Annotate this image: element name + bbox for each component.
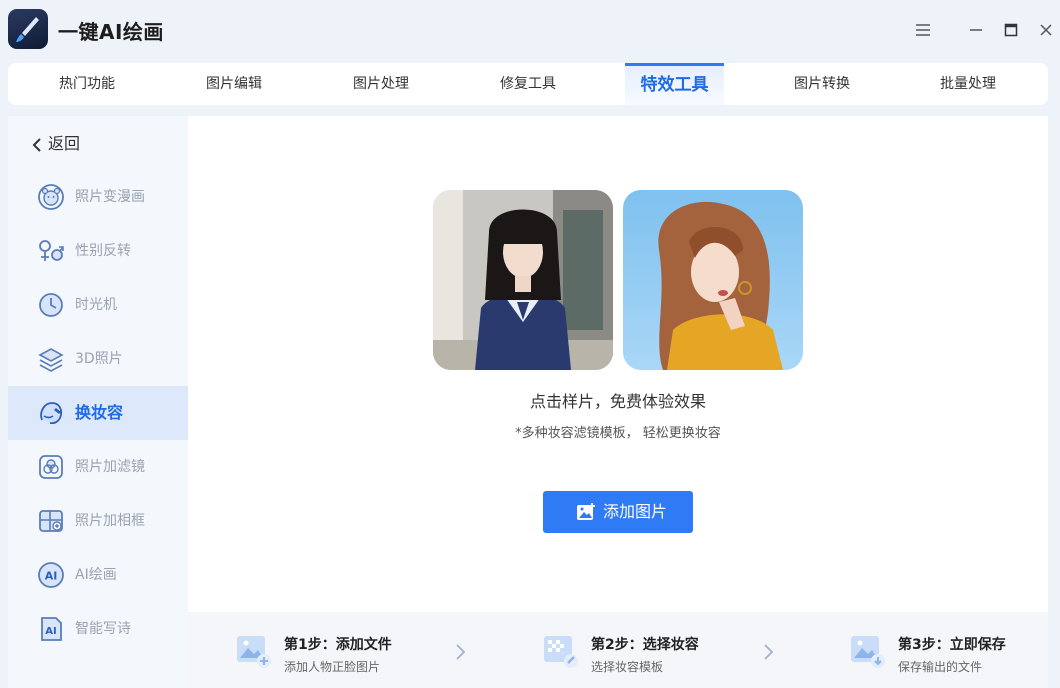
step-title: 第1步：添加文件 <box>284 637 392 653</box>
tab-bar: 热门功能 图片编辑 图片处理 修复工具 特效工具 图片转换 批量处理 <box>8 63 1048 105</box>
step-title: 第2步：选择妆容 <box>591 637 699 653</box>
save-step-icon <box>851 636 885 668</box>
sidebar-item-label: 时光机 <box>75 297 117 313</box>
sidebar-item-label: 换妆容 <box>75 403 124 422</box>
app-logo-icon <box>8 9 48 49</box>
sidebar-item-label: 3D照片 <box>75 351 123 367</box>
filter-icon <box>39 455 63 479</box>
menu-icon[interactable] <box>911 18 935 42</box>
tab-repair-tools[interactable]: 修复工具 <box>455 63 601 105</box>
add-image-label: 添加图片 <box>603 502 668 521</box>
sidebar-item-label: 智能写诗 <box>75 621 131 637</box>
gender-icon <box>39 240 64 261</box>
tab-batch-process[interactable]: 批量处理 <box>895 63 1041 105</box>
makeup-face-icon <box>40 402 63 425</box>
sidebar-item-change-makeup[interactable]: 换妆容 <box>8 386 188 440</box>
ai-circle-icon: AI <box>38 562 64 588</box>
back-button[interactable]: 返回 <box>30 132 80 156</box>
hint-subtitle: *多种妆容滤镜模板， 轻松更换妆容 <box>515 426 721 441</box>
svg-text:AI: AI <box>45 626 56 637</box>
tab-image-process[interactable]: 图片处理 <box>308 63 454 105</box>
svg-text:AI: AI <box>45 570 58 583</box>
add-file-step-icon <box>237 636 271 668</box>
sidebar-item-photo-filter[interactable]: 照片加滤镜 <box>8 440 188 494</box>
sidebar-item-photo-frame[interactable]: 照片加相框 <box>8 494 188 548</box>
sample-image-2[interactable] <box>623 190 803 370</box>
tab-image-edit[interactable]: 图片编辑 <box>161 63 307 105</box>
steps-bar: 第1步：添加文件 添加人物正脸图片 第2步：选择妆容 选择妆容模板 第3步：立即… <box>188 612 1048 688</box>
sidebar-item-label: 照片加滤镜 <box>75 459 145 475</box>
frame-icon <box>39 510 63 532</box>
sidebar-item-gender-swap[interactable]: 性别反转 <box>8 224 188 278</box>
tab-image-convert[interactable]: 图片转换 <box>749 63 895 105</box>
add-image-icon <box>577 503 595 520</box>
bear-face-icon <box>38 184 64 210</box>
step-title: 第3步：立即保存 <box>898 637 1006 653</box>
sidebar-item-label: AI绘画 <box>75 567 117 583</box>
chevron-right-icon <box>764 644 774 660</box>
maximize-icon[interactable] <box>999 18 1023 42</box>
sidebar-item-ai-painting[interactable]: AI AI绘画 <box>8 548 188 602</box>
sidebar-item-smart-poetry[interactable]: AI 智能写诗 <box>8 602 188 656</box>
tab-effects-tools[interactable]: 特效工具 <box>625 63 724 105</box>
back-label: 返回 <box>48 134 81 153</box>
chevron-right-icon <box>456 644 466 660</box>
sample-image-1[interactable] <box>433 190 613 370</box>
main-panel: 点击样片，免费体验效果 *多种妆容滤镜模板， 轻松更换妆容 添加图片 <box>188 116 1048 612</box>
sidebar-item-label: 性别反转 <box>75 243 131 259</box>
select-makeup-step-icon <box>544 636 578 668</box>
sidebar-item-3d-photo[interactable]: 3D照片 <box>8 332 188 386</box>
step-desc: 选择妆容模板 <box>591 660 664 674</box>
sidebar-item-time-machine[interactable]: 时光机 <box>8 278 188 332</box>
layers-icon <box>38 348 64 372</box>
hint-title: 点击样片，免费体验效果 <box>529 392 706 411</box>
sidebar-item-photo-to-comic[interactable]: 照片变漫画 <box>8 170 188 224</box>
app-title: 一键AI绘画 <box>58 20 164 44</box>
sidebar: 返回 照片变漫画 性别反转 时光机 3D照片 换妆容 照片加滤镜 照片加相框 A… <box>8 116 188 688</box>
step-desc: 添加人物正脸图片 <box>284 660 381 674</box>
chevron-left-icon <box>32 137 41 152</box>
ai-doc-icon: AI <box>41 617 62 641</box>
minimize-icon[interactable] <box>964 18 988 42</box>
title-bar: 一键AI绘画 <box>0 0 1060 60</box>
tab-hot-features[interactable]: 热门功能 <box>14 63 160 105</box>
clock-icon <box>39 293 63 317</box>
step-desc: 保存输出的文件 <box>898 660 983 674</box>
sidebar-item-label: 照片加相框 <box>75 513 145 529</box>
close-icon[interactable] <box>1034 18 1058 42</box>
add-image-button[interactable]: 添加图片 <box>543 491 693 533</box>
sidebar-item-label: 照片变漫画 <box>75 189 145 205</box>
